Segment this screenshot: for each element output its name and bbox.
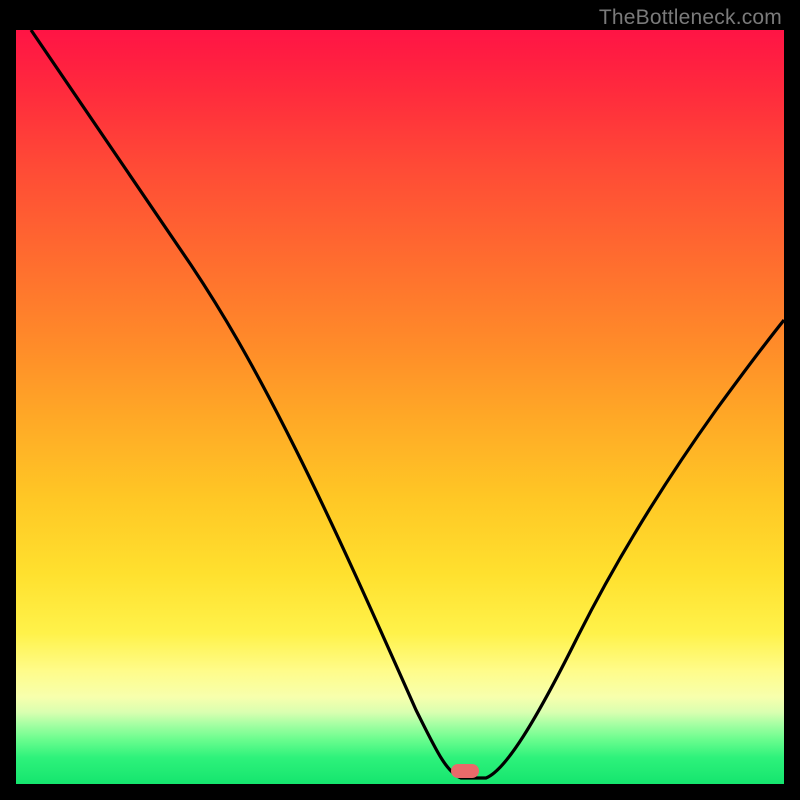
plot-area — [16, 30, 784, 784]
chart-frame: TheBottleneck.com — [0, 0, 800, 800]
curve-path — [31, 30, 784, 778]
bottleneck-curve — [16, 30, 784, 784]
watermark-text: TheBottleneck.com — [599, 6, 782, 30]
optimal-marker — [451, 764, 479, 778]
